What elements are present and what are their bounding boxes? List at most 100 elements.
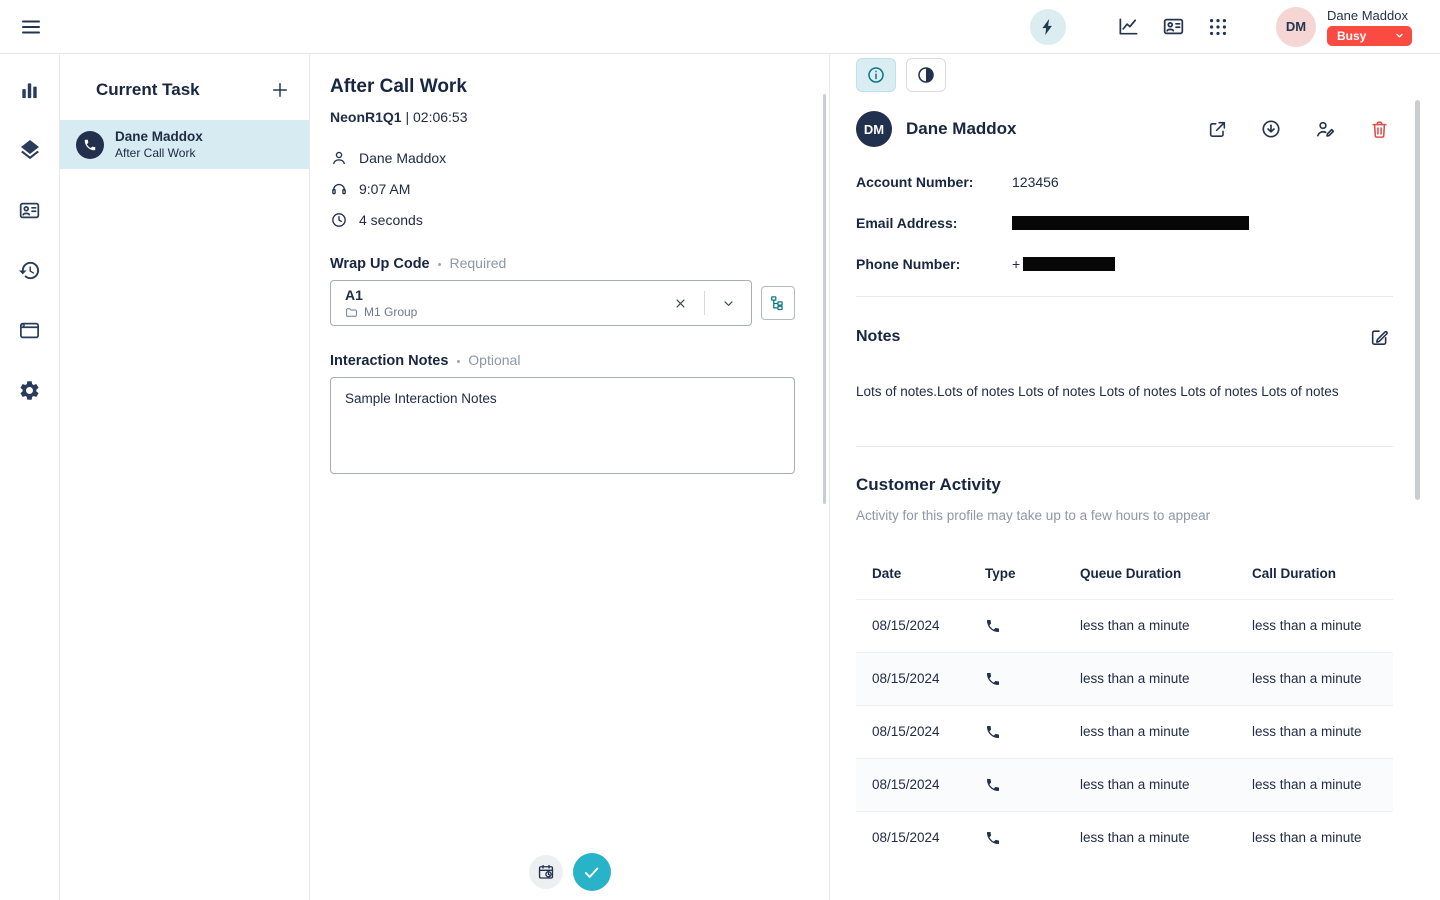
current-task-panel: Current Task Dane Maddox After Call Work [60,54,310,900]
queue-duration: less than a minute [1080,671,1252,686]
wrap-up-tree-picker-button[interactable] [761,286,795,320]
edit-notes-icon [1369,327,1390,348]
after-call-work-panel: After Call Work NeonR1Q1 | 02:06:53 Dane… [310,54,830,900]
queue-duration: less than a minute [1080,777,1252,792]
profile-scrollbar[interactable] [1415,100,1420,500]
redacted-phone-value [1023,257,1115,271]
contact-card-icon [18,199,41,222]
call-duration: less than a minute [1252,830,1393,845]
wrap-up-label: Wrap Up Code [330,256,430,272]
redacted-email-value [1012,216,1249,230]
top-bar: DM Dane Maddox Busy [0,0,1440,54]
settings-icon [18,379,41,402]
app-root: DM Dane Maddox Busy [0,0,1440,900]
start-time: 9:07 AM [359,181,410,197]
folder-icon [345,306,358,319]
status-selector[interactable]: Busy [1327,26,1412,46]
interaction-notes-label-row: Interaction Notes • Optional [330,352,795,369]
field-email-address: Email Address: [856,214,1393,232]
table-row: 08/15/2024 less than a minute less than … [856,705,1393,758]
chevron-down-icon [1394,30,1405,41]
bullet-separator: • [456,356,460,368]
task-panel-title: Current Task [96,80,200,100]
agent-avatar[interactable]: DM [1276,7,1316,47]
acw-timer: 02:06:53 [413,109,468,125]
profile-header: DM Dane Maddox [856,111,1393,147]
section-divider [856,446,1393,447]
participant-row: Dane Maddox [330,149,795,167]
wrap-up-dropdown-button[interactable] [717,292,739,314]
subtitle-separator: | [402,109,413,125]
nav-interactions-button[interactable] [10,130,50,170]
column-header-queue-duration: Queue Duration [1080,566,1252,581]
history-icon [18,259,41,282]
dialpad-button[interactable] [1198,9,1238,45]
clock-icon [330,211,348,229]
task-list-item[interactable]: Dane Maddox After Call Work [60,120,309,169]
nav-performance-button[interactable] [10,70,50,110]
delete-contact-button[interactable] [1365,115,1393,143]
open-profile-external-button[interactable] [1203,115,1231,143]
hamburger-menu-button[interactable] [16,12,46,42]
tab-journey[interactable] [906,58,946,92]
edit-contact-button[interactable] [1311,115,1339,143]
wrap-up-selected-value: A1 M1 Group [345,287,669,319]
contact-avatar[interactable]: DM [856,111,892,147]
nav-contacts-button[interactable] [10,190,50,230]
queue-duration: less than a minute [1080,830,1252,845]
quick-actions-button[interactable] [1030,9,1066,45]
call-duration: 4 seconds [359,212,423,228]
complete-acw-button[interactable] [573,853,611,891]
schedule-callback-button[interactable] [529,855,563,889]
clear-wrap-up-button[interactable] [669,292,691,314]
clear-icon [673,296,688,311]
add-task-button[interactable] [265,75,295,105]
contacts-directory-button[interactable] [1153,9,1193,45]
trash-icon [1369,119,1390,140]
lightning-icon [1038,17,1058,37]
phone-icon [985,671,1080,687]
interaction-notes-input[interactable]: Sample Interaction Notes [330,377,795,474]
acw-footer [310,853,829,891]
open-external-icon [1207,119,1228,140]
hamburger-menu-icon [19,15,43,39]
nav-settings-button[interactable] [10,370,50,410]
line-chart-icon [1117,15,1140,38]
performance-dashboard-button[interactable] [1108,9,1148,45]
task-avatar [76,131,104,159]
nav-apps-window-button[interactable] [10,310,50,350]
nav-history-button[interactable] [10,250,50,290]
call-duration: less than a minute [1252,671,1393,686]
wrap-up-code: A1 [345,287,669,303]
activity-date: 08/15/2024 [872,777,985,792]
interaction-info: Dane Maddox 9:07 AM 4 seconds [330,149,795,229]
wrap-up-label-row: Wrap Up Code • Required [330,255,795,272]
activity-date: 08/15/2024 [872,671,985,686]
wrap-up-code-select[interactable]: A1 M1 Group [330,280,752,326]
wrap-up-requirement: Required [449,255,506,271]
window-icon [18,319,41,342]
task-state: After Call Work [115,146,203,160]
task-panel-header: Current Task [60,75,309,105]
participant-name: Dane Maddox [359,150,446,166]
tree-select-icon [769,294,788,313]
tab-profile-info[interactable] [856,58,896,92]
acw-title: After Call Work [330,76,795,98]
call-duration: less than a minute [1252,777,1393,792]
download-icon [1260,118,1282,140]
edit-notes-button[interactable] [1365,323,1393,351]
acw-scrollbar[interactable] [823,94,826,504]
activity-date: 08/15/2024 [872,830,985,845]
customer-activity-table: Date Type Queue Duration Call Duration 0… [856,549,1393,864]
download-contact-button[interactable] [1257,115,1285,143]
agent-name: Dane Maddox [1327,8,1408,23]
activity-date: 08/15/2024 [872,724,985,739]
customer-activity-title: Customer Activity [856,475,1393,495]
phone-icon [985,830,1080,846]
start-time-row: 9:07 AM [330,180,795,198]
contact-name: Dane Maddox [906,119,1017,139]
chevron-down-icon [721,296,736,311]
table-row: 08/15/2024 less than a minute less than … [856,758,1393,811]
main-area: Current Task Dane Maddox After Call Work [0,54,1440,900]
dialpad-icon [1207,16,1229,38]
